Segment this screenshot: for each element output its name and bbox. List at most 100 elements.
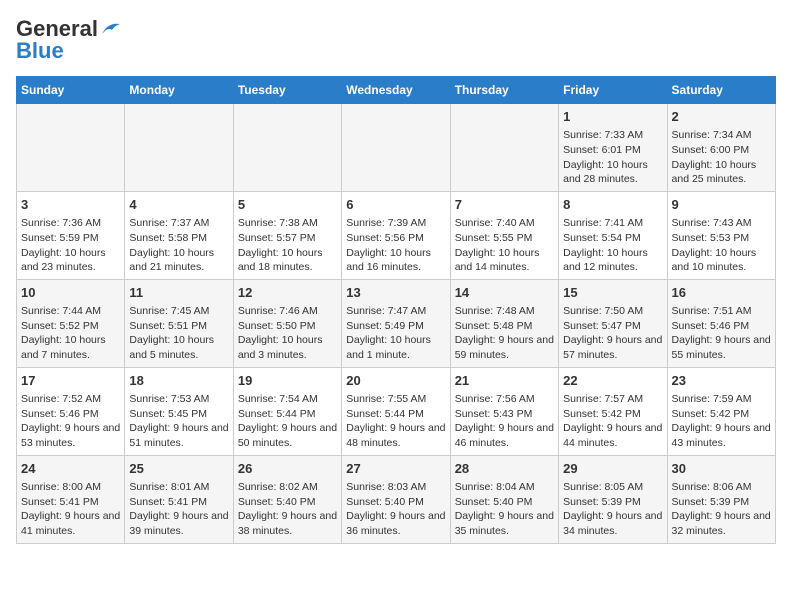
calendar-cell: 3 Sunrise: 7:36 AM Sunset: 5:59 PM Daylig…	[17, 191, 125, 279]
day-number: 27	[346, 460, 445, 478]
day-number: 7	[455, 196, 554, 214]
day-number: 26	[238, 460, 337, 478]
day-number: 21	[455, 372, 554, 390]
calendar-cell: 13 Sunrise: 7:47 AM Sunset: 5:49 PM Dayli…	[342, 279, 450, 367]
day-info: Sunrise: 8:01 AM Sunset: 5:41 PM Dayligh…	[129, 480, 228, 539]
weekday-header-saturday: Saturday	[667, 77, 775, 104]
logo: General Blue	[16, 16, 122, 64]
day-info: Sunrise: 7:36 AM Sunset: 5:59 PM Dayligh…	[21, 216, 120, 275]
calendar-cell: 16Sunrise: 7:51 AM Sunset: 5:46 PM Dayli…	[667, 279, 775, 367]
day-info: Sunrise: 7:39 AM Sunset: 5:56 PM Dayligh…	[346, 216, 445, 275]
day-info: Sunrise: 7:59 AM Sunset: 5:42 PM Dayligh…	[672, 392, 771, 451]
day-info: Sunrise: 8:05 AM Sunset: 5:39 PM Dayligh…	[563, 480, 662, 539]
weekday-header-thursday: Thursday	[450, 77, 558, 104]
day-number: 10	[21, 284, 120, 302]
day-info: Sunrise: 7:46 AM Sunset: 5:50 PM Dayligh…	[238, 304, 337, 363]
day-number: 13	[346, 284, 445, 302]
calendar-cell: 28 Sunrise: 8:04 AM Sunset: 5:40 PM Dayli…	[450, 455, 558, 543]
calendar-cell: 5 Sunrise: 7:38 AM Sunset: 5:57 PM Daylig…	[233, 191, 341, 279]
day-info: Sunrise: 7:44 AM Sunset: 5:52 PM Dayligh…	[21, 304, 120, 363]
day-number: 19	[238, 372, 337, 390]
calendar-cell	[17, 104, 125, 192]
day-info: Sunrise: 7:34 AM Sunset: 6:00 PM Dayligh…	[672, 128, 771, 187]
week-row-3: 10 Sunrise: 7:44 AM Sunset: 5:52 PM Dayli…	[17, 279, 776, 367]
logo-bird-icon	[100, 20, 122, 38]
weekday-header-monday: Monday	[125, 77, 233, 104]
day-info: Sunrise: 8:03 AM Sunset: 5:40 PM Dayligh…	[346, 480, 445, 539]
day-number: 23	[672, 372, 771, 390]
calendar-cell	[233, 104, 341, 192]
calendar-cell: 11Sunrise: 7:45 AM Sunset: 5:51 PM Dayli…	[125, 279, 233, 367]
day-number: 4	[129, 196, 228, 214]
day-info: Sunrise: 8:06 AM Sunset: 5:39 PM Dayligh…	[672, 480, 771, 539]
day-number: 9	[672, 196, 771, 214]
calendar-cell: 6 Sunrise: 7:39 AM Sunset: 5:56 PM Daylig…	[342, 191, 450, 279]
calendar-cell: 27 Sunrise: 8:03 AM Sunset: 5:40 PM Dayli…	[342, 455, 450, 543]
day-info: Sunrise: 7:56 AM Sunset: 5:43 PM Dayligh…	[455, 392, 554, 451]
weekday-header-friday: Friday	[559, 77, 667, 104]
day-info: Sunrise: 7:55 AM Sunset: 5:44 PM Dayligh…	[346, 392, 445, 451]
calendar-cell: 19 Sunrise: 7:54 AM Sunset: 5:44 PM Dayli…	[233, 367, 341, 455]
calendar-cell: 14 Sunrise: 7:48 AM Sunset: 5:48 PM Dayli…	[450, 279, 558, 367]
day-info: Sunrise: 7:48 AM Sunset: 5:48 PM Dayligh…	[455, 304, 554, 363]
weekday-header-sunday: Sunday	[17, 77, 125, 104]
day-number: 30	[672, 460, 771, 478]
day-info: Sunrise: 7:47 AM Sunset: 5:49 PM Dayligh…	[346, 304, 445, 363]
day-info: Sunrise: 7:52 AM Sunset: 5:46 PM Dayligh…	[21, 392, 120, 451]
calendar-cell: 9Sunrise: 7:43 AM Sunset: 5:53 PM Daylig…	[667, 191, 775, 279]
calendar-cell: 10 Sunrise: 7:44 AM Sunset: 5:52 PM Dayli…	[17, 279, 125, 367]
day-info: Sunrise: 7:57 AM Sunset: 5:42 PM Dayligh…	[563, 392, 662, 451]
day-number: 15	[563, 284, 662, 302]
day-number: 3	[21, 196, 120, 214]
day-info: Sunrise: 8:00 AM Sunset: 5:41 PM Dayligh…	[21, 480, 120, 539]
calendar-cell: 8Sunrise: 7:41 AM Sunset: 5:54 PM Daylig…	[559, 191, 667, 279]
week-row-4: 17 Sunrise: 7:52 AM Sunset: 5:46 PM Dayli…	[17, 367, 776, 455]
day-number: 18	[129, 372, 228, 390]
day-number: 24	[21, 460, 120, 478]
weekday-header-tuesday: Tuesday	[233, 77, 341, 104]
calendar-cell: 23 Sunrise: 7:59 AM Sunset: 5:42 PM Dayli…	[667, 367, 775, 455]
calendar-cell: 21 Sunrise: 7:56 AM Sunset: 5:43 PM Dayli…	[450, 367, 558, 455]
calendar-cell	[342, 104, 450, 192]
day-info: Sunrise: 7:38 AM Sunset: 5:57 PM Dayligh…	[238, 216, 337, 275]
day-info: Sunrise: 8:04 AM Sunset: 5:40 PM Dayligh…	[455, 480, 554, 539]
calendar-cell: 15 Sunrise: 7:50 AM Sunset: 5:47 PM Dayli…	[559, 279, 667, 367]
day-info: Sunrise: 7:53 AM Sunset: 5:45 PM Dayligh…	[129, 392, 228, 451]
day-number: 17	[21, 372, 120, 390]
calendar-cell	[450, 104, 558, 192]
day-info: Sunrise: 7:45 AM Sunset: 5:51 PM Dayligh…	[129, 304, 228, 363]
day-number: 16	[672, 284, 771, 302]
week-row-2: 3 Sunrise: 7:36 AM Sunset: 5:59 PM Daylig…	[17, 191, 776, 279]
calendar-cell	[125, 104, 233, 192]
weekday-header-wednesday: Wednesday	[342, 77, 450, 104]
day-info: Sunrise: 7:33 AM Sunset: 6:01 PM Dayligh…	[563, 128, 662, 187]
day-number: 14	[455, 284, 554, 302]
calendar-cell: 1 Sunrise: 7:33 AM Sunset: 6:01 PM Daylig…	[559, 104, 667, 192]
week-row-1: 1 Sunrise: 7:33 AM Sunset: 6:01 PM Daylig…	[17, 104, 776, 192]
day-number: 20	[346, 372, 445, 390]
day-number: 6	[346, 196, 445, 214]
day-number: 25	[129, 460, 228, 478]
calendar-cell: 30 Sunrise: 8:06 AM Sunset: 5:39 PM Dayli…	[667, 455, 775, 543]
day-info: Sunrise: 8:02 AM Sunset: 5:40 PM Dayligh…	[238, 480, 337, 539]
day-number: 5	[238, 196, 337, 214]
calendar-cell: 29 Sunrise: 8:05 AM Sunset: 5:39 PM Dayli…	[559, 455, 667, 543]
day-number: 1	[563, 108, 662, 126]
day-number: 28	[455, 460, 554, 478]
calendar-cell: 7Sunrise: 7:40 AM Sunset: 5:55 PM Daylig…	[450, 191, 558, 279]
day-info: Sunrise: 7:50 AM Sunset: 5:47 PM Dayligh…	[563, 304, 662, 363]
day-info: Sunrise: 7:41 AM Sunset: 5:54 PM Dayligh…	[563, 216, 662, 275]
calendar-cell: 18 Sunrise: 7:53 AM Sunset: 5:45 PM Dayli…	[125, 367, 233, 455]
calendar-cell: 17 Sunrise: 7:52 AM Sunset: 5:46 PM Dayli…	[17, 367, 125, 455]
day-number: 2	[672, 108, 771, 126]
calendar-cell: 4 Sunrise: 7:37 AM Sunset: 5:58 PM Daylig…	[125, 191, 233, 279]
logo-blue: Blue	[16, 38, 64, 64]
calendar-cell: 25 Sunrise: 8:01 AM Sunset: 5:41 PM Dayli…	[125, 455, 233, 543]
day-info: Sunrise: 7:37 AM Sunset: 5:58 PM Dayligh…	[129, 216, 228, 275]
day-info: Sunrise: 7:54 AM Sunset: 5:44 PM Dayligh…	[238, 392, 337, 451]
day-number: 29	[563, 460, 662, 478]
weekday-header-row: SundayMondayTuesdayWednesdayThursdayFrid…	[17, 77, 776, 104]
calendar-table: SundayMondayTuesdayWednesdayThursdayFrid…	[16, 76, 776, 544]
page-header: General Blue	[16, 16, 776, 64]
calendar-cell: 26 Sunrise: 8:02 AM Sunset: 5:40 PM Dayli…	[233, 455, 341, 543]
